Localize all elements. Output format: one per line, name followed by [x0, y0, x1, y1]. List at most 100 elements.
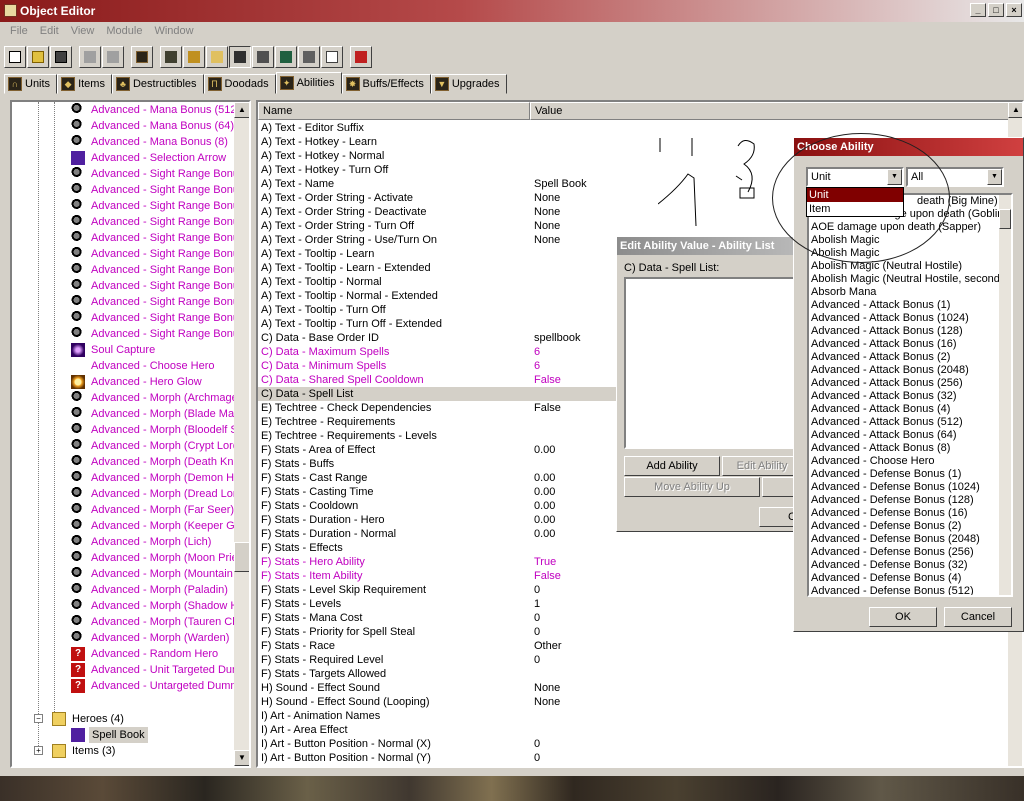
list-item[interactable]: Advanced - Defense Bonus (128) — [809, 494, 1011, 507]
list-item[interactable]: Advanced - Attack Bonus (128) — [809, 325, 1011, 338]
list-item[interactable]: Abolish Magic (Neutral Hostile) — [809, 260, 1011, 273]
list-item[interactable]: Advanced - Attack Bonus (32) — [809, 390, 1011, 403]
tree-item[interactable]: Advanced - Mana Bonus (512) — [12, 102, 240, 118]
list-item[interactable]: Advanced - Defense Bonus (1) — [809, 468, 1011, 481]
edit-dialog-title[interactable]: Edit Ability Value - Ability List — [617, 237, 795, 255]
list-item[interactable]: Advanced - Defense Bonus (256) — [809, 546, 1011, 559]
tab-upgrades[interactable]: ▼ Upgrades — [430, 74, 507, 94]
tree-item[interactable]: ? Advanced - Unit Targeted Dummy — [12, 662, 249, 678]
add-ability-button[interactable]: Add Ability — [624, 456, 720, 476]
object-editor-button[interactable] — [229, 46, 251, 68]
list-item[interactable]: Advanced - Attack Bonus (4) — [809, 403, 1011, 416]
tree-item-spell-book[interactable]: Spell Book — [12, 727, 238, 743]
tree-item[interactable]: Advanced - Morph (Lich) — [12, 534, 238, 550]
list-item[interactable]: Advanced - Choose Hero — [809, 455, 1011, 468]
scroll-up-icon[interactable]: ▲ — [234, 102, 249, 118]
tree-item[interactable]: Advanced - Sight Range Bonus — [12, 262, 245, 278]
table-row[interactable]: I) Art - Area Effect — [258, 723, 1018, 737]
menu-window[interactable]: Window — [148, 22, 199, 42]
tab-doodads[interactable]: Π Doodads — [203, 74, 276, 94]
trigger-editor-button[interactable] — [160, 46, 182, 68]
move-ability-up-button[interactable]: Move Ability Up — [624, 477, 760, 497]
tree-item[interactable]: Advanced - Morph (Moon Priestess) — [12, 550, 249, 566]
tab-abilities[interactable]: ✦ Abilities — [275, 72, 342, 94]
tree-folder-heroes[interactable]: − Heroes (4) — [12, 711, 238, 727]
list-item[interactable]: Advanced - Attack Bonus (256) — [809, 377, 1011, 390]
list-item[interactable]: Advanced - Attack Bonus (2) — [809, 351, 1011, 364]
tree-item[interactable]: Advanced - Morph (Tauren Chieftain) — [12, 614, 249, 630]
ability-list-scrollbar[interactable] — [999, 195, 1011, 595]
title-bar[interactable]: Object Editor _ □ × — [0, 0, 1024, 22]
tab-destructibles[interactable]: ♣ Destructibles — [111, 74, 204, 94]
tree-item[interactable]: Soul Capture — [12, 342, 238, 358]
list-item[interactable]: Advanced - Attack Bonus (64) — [809, 429, 1011, 442]
tree-item[interactable]: Advanced - Sight Range Bonus — [12, 294, 245, 310]
tab-items[interactable]: ◆ Items — [57, 74, 112, 94]
tree-folder-items[interactable]: + Items (3) — [12, 743, 238, 759]
tree-item[interactable]: Advanced - Sight Range Bonus — [12, 198, 245, 214]
table-row[interactable]: H) Sound - Effect Sound None — [258, 681, 1018, 695]
list-item[interactable]: Absorb Mana — [809, 286, 1011, 299]
collapse-heroes-icon[interactable]: − — [34, 714, 43, 723]
tree-item[interactable]: Advanced - Morph (Death Knight) — [12, 454, 249, 470]
tree-item[interactable]: Advanced - Sight Range Bonus — [12, 310, 245, 326]
tree-item[interactable]: Advanced - Mana Bonus (8) — [12, 134, 238, 150]
scroll-down-icon[interactable]: ▼ — [234, 750, 249, 766]
table-row[interactable]: F) Stats - Targets Allowed — [258, 667, 1018, 681]
menu-module[interactable]: Module — [100, 22, 148, 42]
list-item[interactable]: Advanced - Attack Bonus (8) — [809, 442, 1011, 455]
text-editor-button[interactable] — [183, 46, 205, 68]
list-item[interactable]: Advanced - Defense Bonus (32) — [809, 559, 1011, 572]
campaign-editor-button[interactable] — [252, 46, 274, 68]
tree-item[interactable]: Advanced - Sight Range Bonus — [12, 278, 245, 294]
ai-editor-button[interactable] — [275, 46, 297, 68]
maximize-button[interactable]: □ — [988, 3, 1004, 17]
table-row[interactable]: I) Art - Button Position - Normal (X) 0 — [258, 737, 1018, 751]
table-row[interactable]: H) Sound - Effect Sound (Looping) None — [258, 695, 1018, 709]
tree-scroll-thumb[interactable] — [234, 542, 249, 572]
list-item[interactable]: Advanced - Attack Bonus (2048) — [809, 364, 1011, 377]
tree-item[interactable]: Advanced - Morph (Demon Hunter) — [12, 470, 249, 486]
tree-item[interactable]: Advanced - Sight Range Bonus — [12, 230, 245, 246]
import-manager-button[interactable] — [298, 46, 320, 68]
table-row[interactable]: F) Stats - Race Other — [258, 639, 1018, 653]
list-item[interactable]: Advanced - Defense Bonus (1024) — [809, 481, 1011, 494]
table-row[interactable]: I) Art - Button Position - Normal (Y) 0 — [258, 751, 1018, 765]
menu-file[interactable]: File — [4, 22, 34, 42]
paste-button[interactable] — [102, 46, 124, 68]
spell-list-box[interactable] — [624, 277, 797, 449]
list-item[interactable]: Advanced - Attack Bonus (512) — [809, 416, 1011, 429]
ability-scroll-thumb[interactable] — [999, 209, 1011, 229]
tree-item[interactable]: Advanced - Mana Bonus (64) — [12, 118, 238, 134]
tree-item[interactable]: Advanced - Sight Range Bonus — [12, 166, 245, 182]
chevron-down-icon[interactable]: ▼ — [987, 169, 1002, 185]
expand-items-icon[interactable]: + — [34, 746, 43, 755]
tree-item[interactable]: Advanced - Sight Range Bonus — [12, 214, 245, 230]
ok-button[interactable]: OK — [869, 607, 937, 627]
tree-item[interactable]: Advanced - Sight Range Bonus — [12, 246, 245, 262]
minimize-button[interactable]: _ — [970, 3, 986, 17]
tree-item[interactable]: Advanced - Morph (Warden) — [12, 630, 238, 646]
tree-item[interactable]: Advanced - Sight Range Bonus — [12, 326, 245, 342]
tree-item[interactable]: Advanced - Morph (Bloodelf Sorceress) — [12, 422, 249, 438]
list-item[interactable]: Advanced - Attack Bonus (1024) — [809, 312, 1011, 325]
open-file-button[interactable] — [27, 46, 49, 68]
tree-item[interactable]: Advanced - Selection Arrow — [12, 150, 238, 166]
test-map-button[interactable] — [350, 46, 372, 68]
tree-item[interactable]: Advanced - Hero Glow — [12, 374, 238, 390]
tree-item[interactable]: Advanced - Morph (Shadow Hunter) — [12, 598, 249, 614]
new-file-button[interactable] — [4, 46, 26, 68]
cancel-button[interactable]: Cancel — [944, 607, 1012, 627]
table-row[interactable]: I) Art - Animation Names — [258, 709, 1018, 723]
list-item[interactable]: Advanced - Attack Bonus (1) — [809, 299, 1011, 312]
save-button[interactable] — [50, 46, 72, 68]
list-scroll-up-icon[interactable]: ▲ — [1008, 102, 1022, 118]
copy-button[interactable] — [79, 46, 101, 68]
menu-edit[interactable]: Edit — [34, 22, 65, 42]
column-name[interactable]: Name — [258, 102, 530, 120]
tab-units[interactable]: ∩ Units — [4, 74, 58, 94]
tree-item[interactable]: ? Advanced - Random Hero — [12, 646, 238, 662]
list-item[interactable]: Advanced - Defense Bonus (16) — [809, 507, 1011, 520]
tree-item[interactable]: Advanced - Morph (Archmage) — [12, 390, 241, 406]
menu-view[interactable]: View — [65, 22, 101, 42]
